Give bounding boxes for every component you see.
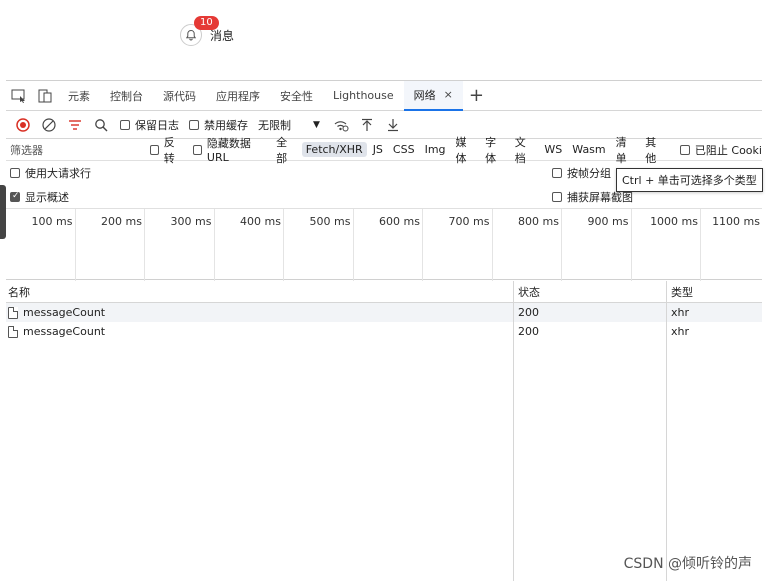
table-row[interactable]: messageCount 200 xhr — [6, 303, 762, 322]
chevron-down-icon: ▼ — [313, 119, 320, 130]
request-status: 200 — [514, 322, 667, 341]
tab-elements[interactable]: 元素 — [58, 81, 100, 111]
filter-type-fetch-xhr[interactable]: Fetch/XHR — [301, 142, 367, 157]
devtools-tabbar: 元素 控制台 源代码 应用程序 安全性 Lighthouse 网络 × + — [6, 80, 762, 111]
timeline-tick: 600 ms — [354, 209, 423, 281]
filter-type-js[interactable]: JS — [369, 142, 387, 157]
filter-input[interactable]: 筛选器 — [10, 142, 144, 158]
file-icon — [8, 325, 18, 338]
requests-table: 名称 状态 类型 messageCount 200 xhr messageCou… — [6, 281, 762, 581]
filter-tooltip: Ctrl + 单击可选择多个类型 — [616, 168, 763, 192]
timeline-tick: 300 ms — [145, 209, 215, 281]
request-type: xhr — [671, 325, 690, 338]
filter-icon[interactable] — [62, 112, 88, 138]
file-icon — [8, 306, 18, 319]
add-tab-icon[interactable]: + — [469, 85, 484, 106]
filter-type-wasm[interactable]: Wasm — [568, 142, 609, 157]
inspect-element-icon[interactable] — [6, 83, 32, 109]
table-row[interactable]: messageCount 200 xhr — [6, 322, 762, 341]
timeline-tick: 200 ms — [76, 209, 145, 281]
timeline-tick: 800 ms — [493, 209, 562, 281]
timeline-tick: 400 ms — [215, 209, 284, 281]
group-by-frame-checkbox[interactable]: 按帧分组 — [552, 165, 611, 181]
search-icon[interactable] — [88, 112, 114, 138]
tab-security[interactable]: 安全性 — [270, 81, 323, 111]
device-toolbar-icon[interactable] — [32, 83, 58, 109]
request-status: 200 — [514, 303, 667, 322]
import-har-icon[interactable] — [354, 112, 380, 138]
filter-type-img[interactable]: Img — [421, 142, 450, 157]
messages-button[interactable]: 10 消息 — [180, 16, 234, 46]
page-header: 10 消息 — [0, 0, 766, 80]
notification-badge: 10 — [194, 16, 219, 30]
request-name: messageCount — [23, 325, 106, 338]
preserve-log-checkbox[interactable]: 保留日志 — [120, 117, 179, 133]
tab-lighthouse[interactable]: Lighthouse — [323, 81, 404, 111]
devtools-panel: 元素 控制台 源代码 应用程序 安全性 Lighthouse 网络 × + 保留… — [0, 80, 762, 581]
filter-type-ws[interactable]: WS — [540, 142, 566, 157]
overview-timeline[interactable]: 100 ms 200 ms 300 ms 400 ms 500 ms 600 m… — [6, 208, 762, 281]
clear-icon[interactable] — [36, 112, 62, 138]
timeline-tick: 500 ms — [284, 209, 354, 281]
filter-bar: 筛选器 反转 隐藏数据 URL 全部 Fetch/XHR JS CSS Img … — [6, 136, 762, 165]
timeline-tick: 700 ms — [423, 209, 493, 281]
show-overview-checkbox[interactable]: 显示概述 — [10, 189, 69, 205]
tab-network[interactable]: 网络 × — [403, 80, 463, 111]
tab-console[interactable]: 控制台 — [100, 81, 153, 111]
large-rows-checkbox[interactable]: 使用大请求行 — [10, 165, 91, 181]
table-empty-area — [6, 341, 762, 581]
column-header-type[interactable]: 类型 — [667, 281, 762, 302]
timeline-tick: 1000 ms — [632, 209, 701, 281]
blocked-cookies-checkbox[interactable]: 已阻止 Cooki — [679, 142, 762, 158]
tab-sources[interactable]: 源代码 — [153, 81, 206, 111]
column-header-status[interactable]: 状态 — [514, 281, 667, 302]
request-type: xhr — [671, 306, 690, 319]
column-header-name[interactable]: 名称 — [6, 281, 514, 302]
timeline-tick: 100 ms — [6, 209, 76, 281]
export-har-icon[interactable] — [380, 112, 406, 138]
timeline-tick: 900 ms — [562, 209, 632, 281]
disable-cache-checkbox[interactable]: 禁用缓存 — [189, 117, 248, 133]
watermark: CSDN @倾听铃的声 — [623, 556, 752, 572]
throttling-select[interactable]: 无限制 ▼ — [258, 117, 320, 133]
close-tab-icon[interactable]: × — [444, 88, 453, 101]
record-icon[interactable] — [10, 112, 36, 138]
table-header: 名称 状态 类型 — [6, 281, 762, 303]
timeline-tick: 1100 ms — [712, 215, 760, 228]
filter-type-css[interactable]: CSS — [389, 142, 419, 157]
tab-application[interactable]: 应用程序 — [206, 81, 270, 111]
network-conditions-icon[interactable] — [328, 112, 354, 138]
hide-data-url-checkbox[interactable]: 隐藏数据 URL — [192, 135, 268, 164]
request-name: messageCount — [23, 306, 106, 319]
